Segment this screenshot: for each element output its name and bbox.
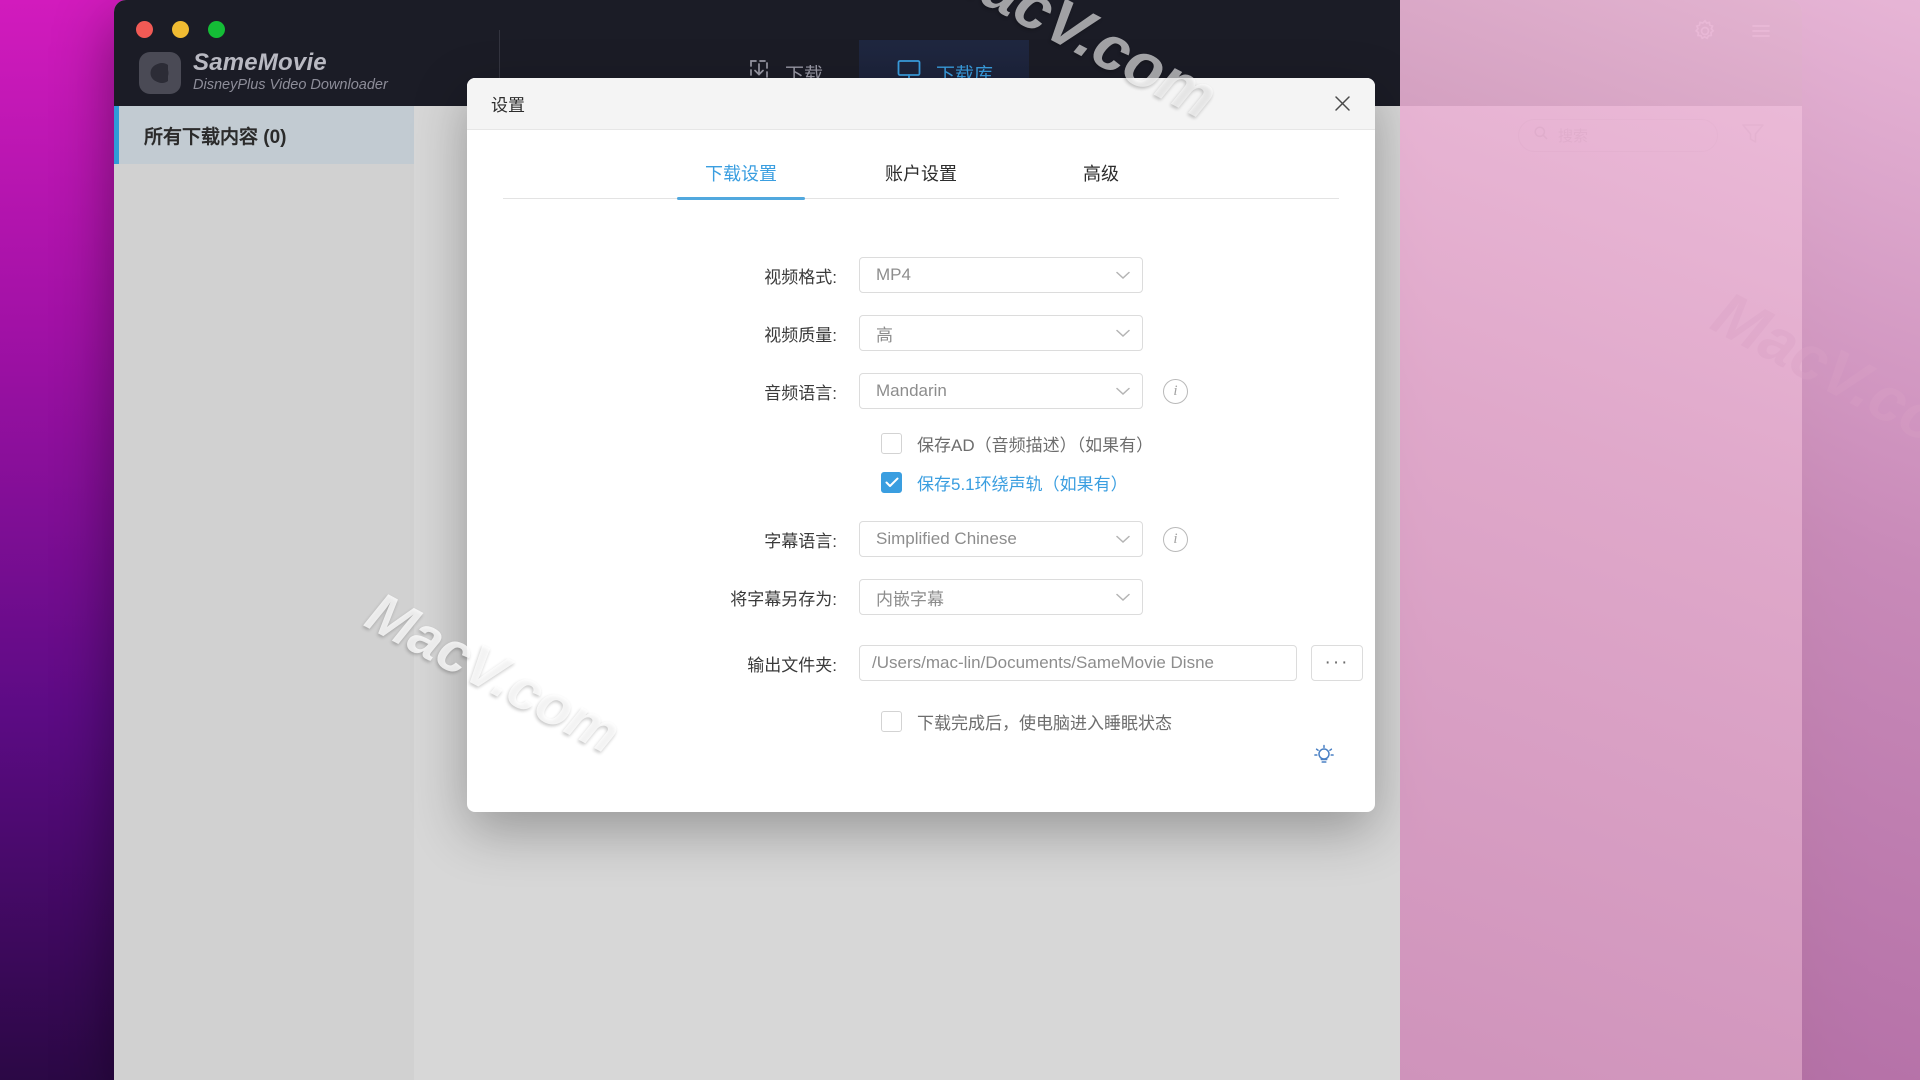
search-input[interactable]: 搜索	[1518, 118, 1718, 152]
subtitle-language-select[interactable]: Simplified Chinese	[859, 521, 1143, 557]
window-action-icons	[1692, 18, 1774, 49]
checkbox-row-save-ad: 保存AD（音频描述）（如果有）	[859, 431, 1375, 456]
brand-subtitle: DisneyPlus Video Downloader	[193, 77, 388, 94]
tab-account-settings[interactable]: 账户设置	[831, 160, 1011, 199]
window-traffic-lights	[136, 21, 225, 38]
sidebar-item-label: 所有下载内容 (0)	[144, 126, 287, 148]
save-subtitle-as-label: 将字幕另存为:	[730, 589, 837, 609]
audio-language-select[interactable]: Mandarin	[859, 373, 1143, 409]
row-video-format: 视频格式: MP4	[467, 257, 1375, 293]
search-icon	[1533, 125, 1549, 145]
row-output-folder: 输出文件夹: /Users/mac-lin/Documents/SameMovi…	[467, 645, 1375, 681]
subtitle-language-info-icon[interactable]: i	[1163, 526, 1188, 552]
filter-funnel-icon[interactable]	[1740, 121, 1766, 150]
app-logo-icon	[139, 52, 181, 95]
maximize-window-button[interactable]	[208, 21, 225, 38]
search-placeholder: 搜索	[1558, 127, 1589, 145]
sidebar: 所有下载内容 (0)	[114, 106, 414, 1080]
row-audio-language: 音频语言: Mandarin i	[467, 373, 1375, 409]
row-save-subtitle-as: 将字幕另存为: 内嵌字幕	[467, 579, 1375, 615]
sleep-after-download-checkbox[interactable]	[881, 711, 902, 732]
tab-download-settings[interactable]: 下载设置	[651, 160, 831, 200]
brand-name: SameMovie	[193, 49, 327, 76]
row-subtitle-language: 字幕语言: Simplified Chinese i	[467, 521, 1375, 557]
video-format-select[interactable]: MP4	[859, 257, 1143, 293]
hamburger-menu-icon[interactable]	[1748, 18, 1774, 49]
settings-tabs: 下载设置 账户设置 高级	[467, 160, 1375, 200]
subtitle-language-value: Simplified Chinese	[876, 529, 1017, 548]
chevron-down-icon	[1116, 265, 1130, 285]
save-subtitle-as-select[interactable]: 内嵌字幕	[859, 579, 1143, 615]
audio-language-value: Mandarin	[876, 381, 947, 400]
video-format-value: MP4	[876, 265, 911, 284]
close-window-button[interactable]	[136, 21, 153, 38]
output-folder-value: /Users/mac-lin/Documents/SameMovie Disne	[872, 653, 1214, 672]
download-settings-form: 视频格式: MP4 视频质量: 高 音频语言: Mandarin i 保存AD（…	[467, 199, 1375, 734]
video-quality-label: 视频质量:	[764, 325, 837, 345]
subtitle-language-label: 字幕语言:	[764, 531, 837, 551]
save-ad-label: 保存AD（音频描述）（如果有）	[917, 436, 1154, 455]
close-icon[interactable]	[1327, 89, 1357, 119]
save-51-label: 保存5.1环绕声轨（如果有）	[917, 475, 1128, 494]
checkbox-row-sleep-after-download: 下载完成后，使电脑进入睡眠状态	[859, 709, 1375, 734]
settings-dialog-header: 设置	[467, 78, 1375, 130]
browse-folder-button[interactable]: ···	[1311, 645, 1363, 681]
checkbox-row-save-51: 保存5.1环绕声轨（如果有）	[859, 470, 1375, 495]
brand: SameMovie DisneyPlus Video Downloader	[139, 50, 388, 96]
sleep-after-download-label: 下载完成后，使电脑进入睡眠状态	[917, 714, 1172, 733]
tab-account-settings-label: 账户设置	[885, 164, 957, 184]
lightbulb-tip-icon[interactable]	[1309, 740, 1339, 770]
settings-dialog-title: 设置	[491, 96, 525, 115]
minimize-window-button[interactable]	[172, 21, 189, 38]
audio-language-label: 音频语言:	[764, 383, 837, 403]
tab-download-settings-label: 下载设置	[705, 164, 777, 184]
chevron-down-icon	[1116, 529, 1130, 549]
video-format-label: 视频格式:	[764, 267, 837, 287]
output-folder-label: 输出文件夹:	[747, 655, 837, 675]
desktop-background: SameMovie DisneyPlus Video Downloader 下载	[0, 0, 1920, 1080]
chevron-down-icon	[1116, 587, 1130, 607]
tab-advanced[interactable]: 高级	[1011, 160, 1191, 199]
settings-dialog: 设置 下载设置 账户设置 高级 视频格式: MP4 视频质量: 高 音频语言: …	[467, 78, 1375, 812]
save-subtitle-as-value: 内嵌字幕	[876, 589, 944, 609]
video-quality-value: 高	[876, 325, 893, 345]
output-folder-input[interactable]: /Users/mac-lin/Documents/SameMovie Disne	[859, 645, 1297, 681]
row-video-quality: 视频质量: 高	[467, 315, 1375, 351]
gear-icon[interactable]	[1692, 18, 1718, 49]
save-51-checkbox[interactable]	[881, 472, 902, 493]
watermark-text: MacV.com	[1701, 278, 1920, 484]
chevron-down-icon	[1116, 323, 1130, 343]
video-quality-select[interactable]: 高	[859, 315, 1143, 351]
audio-language-info-icon[interactable]: i	[1163, 378, 1188, 404]
tab-advanced-label: 高级	[1083, 164, 1119, 184]
save-ad-checkbox[interactable]	[881, 433, 902, 454]
app-window: SameMovie DisneyPlus Video Downloader 下载	[114, 0, 1802, 1080]
sidebar-item-all-downloads[interactable]: 所有下载内容 (0)	[114, 106, 414, 164]
chevron-down-icon	[1116, 381, 1130, 401]
